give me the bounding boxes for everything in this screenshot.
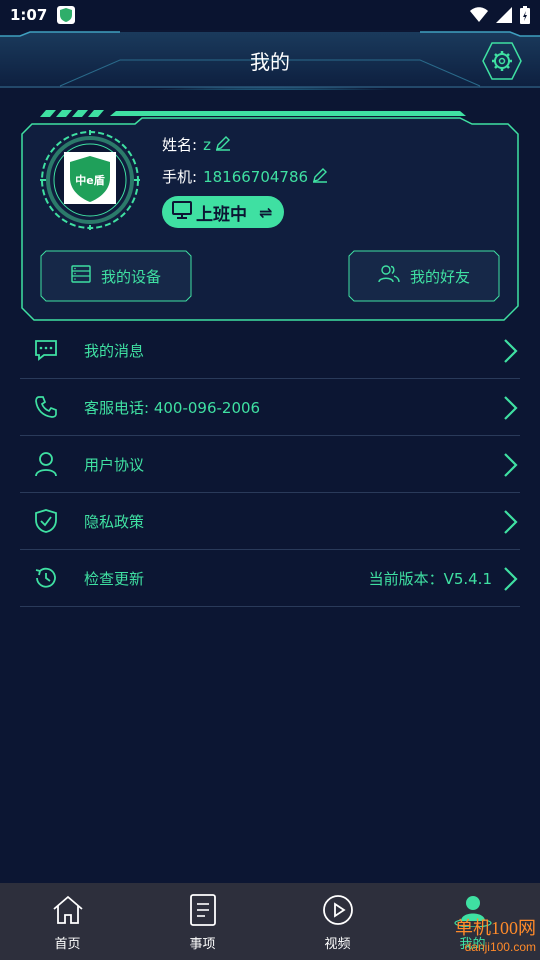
message-icon [32,336,60,364]
avatar[interactable]: 中e盾 [40,130,140,230]
monitor-icon [172,200,192,224]
shield-check-icon [32,507,60,535]
my-devices-button[interactable]: 我的设备 [40,250,192,302]
settings-button[interactable] [482,42,522,80]
phone-label: 手机: [162,168,198,186]
menu-item-messages[interactable]: 我的消息 [20,322,520,379]
nav-video-label: 视频 [324,937,351,952]
work-status-toggle[interactable]: 上班中 ⇌ [162,196,284,228]
watermark: 单机100网 danji100.com [390,914,540,960]
page-header: 我的 [0,30,540,90]
my-friends-button[interactable]: 我的好友 [348,250,500,302]
phone-icon [32,393,60,421]
name-row: 姓名: z [162,134,231,155]
chevron-right-icon [502,338,518,368]
menu-item-label: 用户协议 [84,455,145,474]
name-value: z [203,135,211,154]
device-list-icon [71,265,91,287]
nav-home-label: 首页 [54,937,81,952]
nav-tasks-label: 事项 [189,937,216,952]
menu-item-privacy-policy[interactable]: 隐私政策 [20,493,520,550]
menu-item-label: 客服电话: 400-096-2006 [84,398,261,417]
nav-home[interactable]: 首页 [0,883,135,960]
menu-item-label: 我的消息 [84,341,145,360]
history-icon [32,564,60,592]
chevron-right-icon [502,395,518,425]
current-version-text: 当前版本：V5.4.1 [368,569,492,588]
chevron-right-icon [502,452,518,482]
profile-card: 中e盾 姓名: z 手机: 18166704786 上班中 ⇌ 我的设备 我的好… [20,110,520,322]
app-notification-icon [57,6,76,24]
name-label: 姓名: [162,136,198,154]
chevron-right-icon [502,566,518,596]
menu-item-label: 检查更新 [84,569,145,588]
swap-icon: ⇌ [259,202,273,222]
chevron-right-icon [502,509,518,539]
nav-tasks[interactable]: 事项 [135,883,270,960]
watermark-url: danji100.com [464,940,536,954]
avatar-logo-text: 中e盾 [75,173,104,187]
phone-value: 18166704786 [203,167,309,186]
settings-gear-icon [482,42,522,80]
home-icon [52,893,84,927]
watermark-title: 单机100网 [455,918,536,938]
battery-icon [520,6,530,28]
phone-row: 手机: 18166704786 [162,166,328,187]
menu-item-customer-service[interactable]: 客服电话: 400-096-2006 [20,379,520,436]
my-devices-label: 我的设备 [100,267,161,286]
nav-video[interactable]: 视频 [270,883,405,960]
play-icon [322,893,354,927]
document-icon [189,893,217,927]
menu-item-label: 隐私政策 [84,512,145,531]
friends-icon [378,265,400,287]
my-friends-label: 我的好友 [409,267,470,286]
menu-item-check-update[interactable]: 检查更新 当前版本：V5.4.1 [20,550,520,607]
status-time: 1:07 [10,6,48,24]
edit-phone-icon[interactable] [312,167,328,187]
user-icon [32,450,60,478]
menu-item-user-agreement[interactable]: 用户协议 [20,436,520,493]
edit-name-icon[interactable] [215,135,231,155]
wifi-icon [470,7,488,27]
avatar-ring-icon: 中e盾 [40,130,140,230]
work-status-label: 上班中 [196,204,247,225]
settings-menu: 我的消息 客服电话: 400-096-2006 用户协议 隐私政策 检查更新 当… [20,322,520,607]
signal-icon [496,7,512,27]
page-title: 我的 [250,49,290,74]
status-bar: 1:07 [0,0,540,30]
